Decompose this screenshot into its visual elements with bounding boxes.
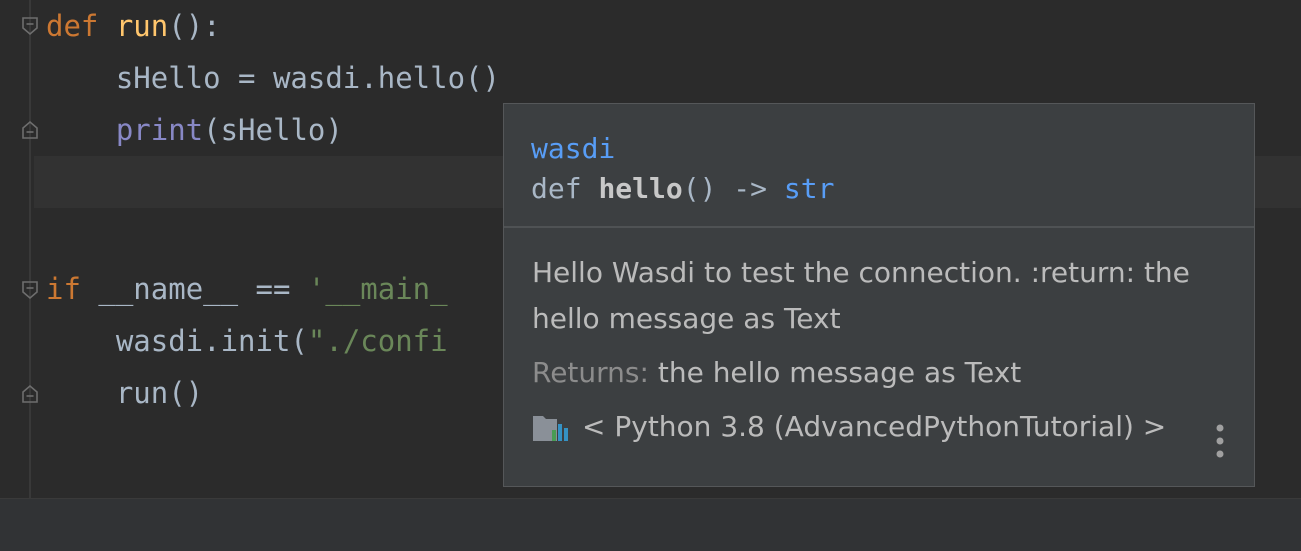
signature-params: () -> bbox=[682, 172, 784, 205]
fold-end-icon[interactable] bbox=[20, 120, 40, 140]
code-line-run-call[interactable]: run() bbox=[46, 367, 203, 419]
signature-def-keyword: def bbox=[531, 172, 599, 205]
more-vertical-icon[interactable] bbox=[1216, 424, 1224, 458]
documentation-description: Hello Wasdi to test the connection. :ret… bbox=[532, 256, 1190, 335]
keyword-token: if bbox=[46, 272, 99, 306]
documentation-header: wasdi def hello() -> str bbox=[504, 104, 1254, 228]
code-token: sHello = wasdi.hello() bbox=[46, 61, 500, 95]
interpreter-footer: < Python 3.8 (AdvancedPythonTutorial) > bbox=[532, 410, 1166, 443]
string-token: '__main_ bbox=[307, 272, 448, 306]
python-sdk-icon bbox=[533, 415, 568, 441]
returns-label: Returns: bbox=[532, 356, 649, 389]
string-token: "./confi bbox=[307, 324, 448, 358]
quick-documentation-popup[interactable]: wasdi def hello() -> str Hello Wasdi to … bbox=[503, 103, 1255, 487]
code-line-print[interactable]: print(sHello) bbox=[46, 104, 343, 156]
keyword-token: def bbox=[46, 9, 116, 43]
code-token: (): bbox=[168, 9, 221, 43]
editor-bottom-bar bbox=[0, 498, 1301, 551]
gutter-fold-line bbox=[29, 0, 31, 498]
code-token: (sHello) bbox=[203, 113, 343, 147]
returns-section: Returns: the hello message as Text bbox=[532, 356, 1021, 389]
code-token: run() bbox=[46, 376, 204, 410]
code-line-hello-call[interactable]: sHello = wasdi.hello() bbox=[46, 52, 500, 104]
code-line-if-main[interactable]: if __name__ == '__main_ bbox=[46, 263, 448, 315]
fold-end-icon[interactable] bbox=[20, 384, 40, 404]
code-token: __name__ == bbox=[98, 272, 308, 306]
module-link[interactable]: wasdi bbox=[531, 132, 615, 165]
return-type-link[interactable]: str bbox=[784, 172, 835, 205]
fold-start-icon[interactable] bbox=[20, 280, 40, 300]
function-signature: def hello() -> str bbox=[531, 172, 834, 205]
code-line-def-run[interactable]: def run(): bbox=[46, 0, 221, 52]
signature-function-name: hello bbox=[598, 172, 683, 205]
function-name-token: run bbox=[115, 9, 169, 43]
code-line-init[interactable]: wasdi.init("./confi bbox=[46, 315, 448, 367]
interpreter-link[interactable]: < Python 3.8 (AdvancedPythonTutorial) > bbox=[582, 410, 1166, 443]
fold-start-icon[interactable] bbox=[20, 16, 40, 36]
builtin-token: print bbox=[46, 113, 204, 147]
returns-value: the hello message as Text bbox=[648, 356, 1022, 389]
code-token: wasdi.init( bbox=[46, 324, 308, 358]
